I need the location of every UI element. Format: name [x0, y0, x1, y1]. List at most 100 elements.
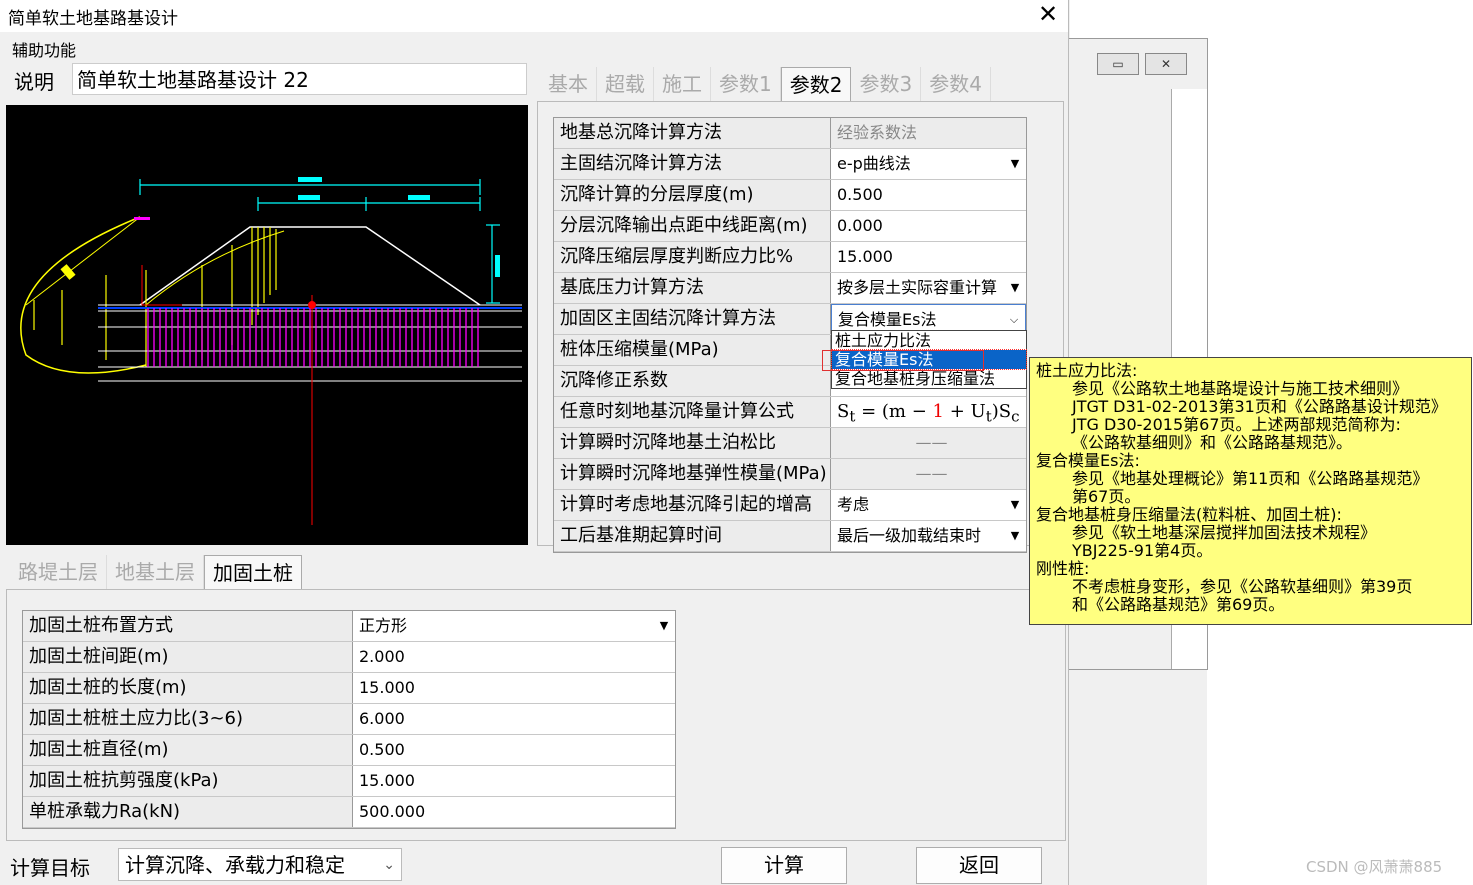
grid-row-value-text: 考虑	[837, 495, 870, 514]
grid-row-value[interactable]: 最后一级加载结束时 ▼	[831, 521, 1026, 551]
grid-row-value-text: 0.000	[837, 216, 883, 235]
pile-grid-label: 单桩承载力Ra(kN)	[23, 797, 353, 827]
target-label: 计算目标	[10, 856, 90, 880]
dropdown-option[interactable]: 桩土应力比法	[832, 331, 1026, 350]
pile-grid-row: 加固土桩桩土应力比(3~6) 6.000	[23, 704, 675, 735]
grid-row-value-text: ——	[915, 433, 948, 452]
watermark: CSDN @风萧萧885	[1306, 858, 1443, 876]
formula-part: + U	[943, 401, 986, 422]
menu-bar	[0, 33, 1068, 61]
close-button[interactable]: ✕	[1028, 0, 1068, 30]
target-select-value: 计算沉降、承载力和稳定	[125, 853, 345, 877]
grid-row: 基底压力计算方法 按多层土实际容重计算 ▼	[554, 273, 1026, 304]
grid-row-value[interactable]: 按多层土实际容重计算 ▼	[831, 273, 1026, 303]
pile-grid-value[interactable]: 15.000	[353, 766, 675, 796]
grid-row-label: 地基总沉降计算方法	[554, 118, 831, 148]
chevron-down-icon[interactable]: ▼	[1006, 279, 1024, 297]
tooltip-line: YBJ225-91第4页。	[1072, 541, 1213, 560]
tooltip-line: 复合模量Es法:	[1036, 451, 1140, 470]
pile-grid-value-text: 正方形	[359, 616, 408, 635]
tooltip-line: 刚性桩:	[1036, 559, 1090, 578]
tab-param-1[interactable]: 超载	[597, 67, 654, 101]
window-title: 简单软土地基路基设计	[8, 9, 178, 29]
pile-grid-value-text: 2.000	[359, 647, 405, 666]
grid-row-value: ——	[831, 428, 1026, 458]
pile-grid-label: 加固土桩间距(m)	[23, 642, 353, 672]
grid-row: 沉降计算的分层厚度(m) 0.500	[554, 180, 1026, 211]
pile-grid-label: 加固土桩抗剪强度(kPa)	[23, 766, 353, 796]
grid-row-value-text: 15.000	[837, 247, 893, 266]
tooltip-line: 《公路软基细则》和《公路路基规范》。	[1072, 433, 1353, 452]
back-button[interactable]: 返回	[916, 847, 1042, 884]
grid-row-value: 经验系数法	[831, 118, 1026, 148]
tooltip-line: JTGT D31-02-2013第31页和《公路路基设计规范》	[1072, 397, 1447, 416]
pile-grid-value[interactable]: 0.500	[353, 735, 675, 765]
grid-row-value[interactable]: 0.000	[831, 211, 1026, 241]
grid-row-label: 工后基准期起算时间	[554, 521, 831, 551]
formula-part: 1	[932, 401, 944, 422]
pile-grid-value[interactable]: 2.000	[353, 642, 675, 672]
pile-grid-row: 加固土桩间距(m) 2.000	[23, 642, 675, 673]
title-bar: 简单软土地基路基设计 ✕	[0, 0, 1068, 32]
soil-tabs: 路堤土层 地基土层 加固土桩	[10, 555, 302, 590]
grid-row-label: 主固结沉降计算方法	[554, 149, 831, 179]
grid-row: 分层沉降输出点距中线距离(m) 0.000	[554, 211, 1026, 242]
tooltip-line: JTG D30-2015第67页。上述两部规范简称为:	[1072, 415, 1401, 434]
grid-row-value-text: 经验系数法	[837, 123, 918, 142]
grid-row-value[interactable]: 15.000	[831, 242, 1026, 272]
grid-row-value-text: ——	[915, 464, 948, 483]
description-input[interactable]: 简单软土地基路基设计 22	[72, 63, 527, 95]
tooltip-line: 参见《公路软土地基路堤设计与施工技术细则》	[1072, 379, 1409, 398]
grid-row: 沉降压缩层厚度判断应力比% 15.000	[554, 242, 1026, 273]
tab-param-5[interactable]: 参数3	[851, 67, 922, 101]
dropdown-option[interactable]: 复合地基桩身压缩量法	[832, 369, 1026, 388]
pile-grid-value[interactable]: 15.000	[353, 673, 675, 703]
grid-row-label: 沉降修正系数	[554, 366, 831, 396]
grid-row: 计算时考虑地基沉降引起的增高 考虑 ▼	[554, 490, 1026, 521]
chevron-down-icon[interactable]: ▼	[1006, 527, 1024, 545]
grid-row-value[interactable]: e-p曲线法 ▼	[831, 149, 1026, 179]
pile-grid-value[interactable]: 6.000	[353, 704, 675, 734]
chevron-down-icon[interactable]: ▼	[655, 617, 673, 635]
pile-grid-value-text: 15.000	[359, 771, 415, 790]
formula-part: )S	[991, 401, 1012, 422]
calculate-button[interactable]: 计算	[721, 847, 847, 884]
target-select[interactable]: 计算沉降、承载力和稳定 ⌄	[118, 848, 402, 881]
grid-row-label: 分层沉降输出点距中线距离(m)	[554, 211, 831, 241]
grid-row: 计算瞬时沉降地基弹性模量(MPa) ——	[554, 459, 1026, 490]
tab-soil-2[interactable]: 加固土桩	[204, 555, 302, 590]
tab-param-3[interactable]: 参数1	[711, 67, 781, 101]
tab-param-0[interactable]: 基本	[540, 67, 597, 101]
pile-grid-row: 加固土桩布置方式 正方形 ▼	[23, 611, 675, 642]
formula-part: S	[837, 401, 850, 422]
tab-param-4[interactable]: 参数2	[780, 67, 852, 102]
grid-row-value-text: 最后一级加载结束时	[837, 526, 982, 545]
tab-param-6[interactable]: 参数4	[921, 67, 991, 101]
cross-section-svg	[20, 177, 522, 525]
tab-soil-1[interactable]: 地基土层	[107, 555, 204, 589]
chevron-down-icon[interactable]: ▼	[1006, 496, 1024, 514]
chevron-down-icon[interactable]: ▼	[1006, 155, 1024, 173]
grid-row-label: 桩体压缩模量(MPa)	[554, 335, 831, 365]
tab-param-2[interactable]: 施工	[654, 67, 711, 101]
menu-item-aux-functions[interactable]: 辅助功能	[12, 37, 76, 61]
tab-soil-0[interactable]: 路堤土层	[10, 555, 107, 589]
main-dialog: 简单软土地基路基设计 ✕ 辅助功能 说明 简单软土地基路基设计 22 基本 超载…	[0, 0, 1069, 885]
pile-grid-value[interactable]: 正方形 ▼	[353, 611, 675, 641]
grid-row-label: 计算瞬时沉降地基土泊松比	[554, 428, 831, 458]
tooltip-line: 不考虑桩身变形，参见《公路软基细则》第39页	[1072, 577, 1413, 596]
pile-grid-row: 加固土桩抗剪强度(kPa) 15.000	[23, 766, 675, 797]
background-restore-button[interactable]: ▭	[1097, 53, 1139, 75]
grid-row-value[interactable]: 0.500	[831, 180, 1026, 210]
grid-row-value[interactable]: St = (m − 1 + Ut)Sc	[831, 397, 1026, 427]
background-close-button[interactable]: ✕	[1145, 53, 1187, 75]
pile-grid-label: 加固土桩布置方式	[23, 611, 353, 641]
grid-row-label: 任意时刻地基沉降量计算公式	[554, 397, 831, 427]
pile-grid-label: 加固土桩桩土应力比(3~6)	[23, 704, 353, 734]
tooltip-line: 复合地基桩身压缩量法(粒料桩、加固土桩):	[1036, 505, 1342, 524]
grid-row-value[interactable]: 考虑 ▼	[831, 490, 1026, 520]
pile-grid-value[interactable]: 500.000	[353, 797, 675, 827]
chevron-down-icon[interactable]: ⌵	[1005, 311, 1023, 329]
pile-grid-value-text: 6.000	[359, 709, 405, 728]
pile-grid-label: 加固土桩直径(m)	[23, 735, 353, 765]
